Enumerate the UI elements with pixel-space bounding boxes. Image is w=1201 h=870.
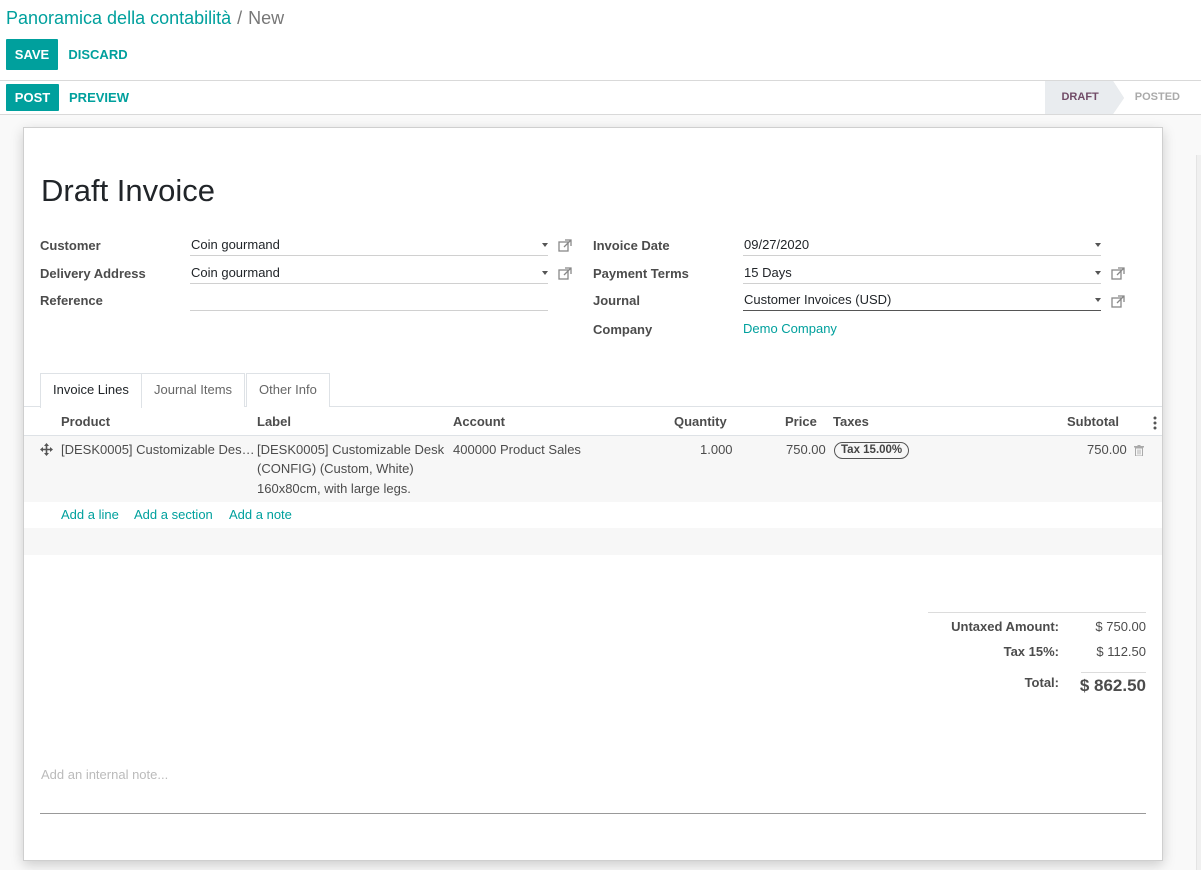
untaxed-amount-label: Untaxed Amount:	[951, 619, 1059, 634]
column-quantity[interactable]: Quantity	[674, 414, 727, 429]
row-label-line-3[interactable]: 160x80cm, with large legs.	[257, 479, 411, 498]
table-row[interactable]: [DESK0005] Customizable Des… [DESK0005] …	[24, 436, 1162, 502]
reference-label: Reference	[40, 293, 103, 308]
row-price[interactable]: 750.00	[786, 440, 826, 459]
breadcrumb-parent-link[interactable]: Panoramica della contabilità	[6, 8, 231, 28]
totals-divider	[928, 612, 1146, 613]
row-label-line-2[interactable]: (CONFIG) (Custom, White)	[257, 459, 414, 478]
breadcrumb-separator: /	[237, 8, 243, 28]
drag-handle-icon[interactable]	[40, 443, 53, 456]
post-button[interactable]: POST	[6, 84, 59, 111]
internal-note-input[interactable]: Add an internal note...	[41, 767, 168, 782]
journal-value: Customer Invoices (USD)	[744, 292, 892, 307]
external-link-icon[interactable]	[558, 239, 572, 253]
status-draft[interactable]: DRAFT	[1045, 81, 1125, 114]
payment-terms-label: Payment Terms	[593, 266, 689, 281]
row-label-line-1[interactable]: [DESK0005] Customizable Desk	[257, 440, 444, 459]
invoice-date-field[interactable]: 09/27/2020	[743, 236, 1101, 256]
notebook-tabs: Invoice Lines Journal Items Other Info	[24, 373, 1162, 408]
payment-terms-value: 15 Days	[744, 265, 792, 280]
discard-button[interactable]: DISCARD	[67, 39, 129, 70]
breadcrumb-current: New	[248, 8, 285, 28]
invoice-date-value: 09/27/2020	[744, 237, 810, 252]
customer-value: Coin gourmand	[191, 237, 280, 252]
journal-field[interactable]: Customer Invoices (USD)	[743, 291, 1101, 311]
save-button[interactable]: SAVE	[6, 39, 58, 70]
tab-journal-items[interactable]: Journal Items	[141, 373, 246, 407]
row-subtotal: 750.00	[1087, 442, 1127, 457]
preview-button[interactable]: PREVIEW	[68, 84, 130, 111]
invoice-sheet: Draft Invoice Customer Coin gourmand Del…	[23, 127, 1163, 861]
external-link-icon[interactable]	[1111, 295, 1125, 309]
caret-down-icon[interactable]	[1095, 271, 1101, 275]
delivery-address-label: Delivery Address	[40, 266, 146, 281]
breadcrumb: Panoramica della contabilità / New	[6, 6, 284, 30]
delivery-address-value: Coin gourmand	[191, 265, 280, 280]
caret-down-icon[interactable]	[1095, 298, 1101, 302]
invoice-date-label: Invoice Date	[593, 238, 670, 253]
external-link-icon[interactable]	[558, 267, 572, 281]
internal-note-underline	[40, 813, 1146, 814]
reference-input[interactable]	[190, 291, 548, 311]
add-line-link[interactable]: Add a line	[61, 507, 119, 522]
delivery-address-field[interactable]: Coin gourmand	[190, 264, 548, 284]
add-section-link[interactable]: Add a section	[134, 507, 213, 522]
grand-total-divider	[1081, 672, 1146, 673]
customer-field[interactable]: Coin gourmand	[190, 236, 548, 256]
company-link[interactable]: Demo Company	[743, 321, 837, 336]
customer-label: Customer	[40, 238, 101, 253]
external-link-icon[interactable]	[1111, 267, 1125, 281]
tax-badge[interactable]: Tax 15.00%	[834, 442, 910, 459]
control-panel: Panoramica della contabilità / New SAVE DI…	[0, 0, 1201, 81]
journal-label: Journal	[593, 293, 640, 308]
caret-down-icon[interactable]	[1095, 243, 1101, 247]
side-panel-edge	[1196, 155, 1201, 870]
status-posted[interactable]: POSTED	[1112, 81, 1194, 114]
column-product[interactable]: Product	[61, 414, 110, 429]
untaxed-amount-value: $ 750.00	[1095, 619, 1146, 634]
tax-label: Tax 15%:	[1003, 644, 1059, 659]
empty-row	[24, 528, 1162, 555]
row-quantity[interactable]: 1.000	[700, 440, 733, 459]
caret-down-icon[interactable]	[542, 243, 548, 247]
add-note-link[interactable]: Add a note	[229, 507, 292, 522]
trash-icon[interactable]	[1134, 445, 1144, 456]
tab-other-info[interactable]: Other Info	[246, 373, 330, 407]
total-value: $ 862.50	[1079, 676, 1146, 695]
kebab-menu-icon[interactable]	[1152, 416, 1158, 430]
company-label: Company	[593, 322, 653, 337]
tax-value: $ 112.50	[1096, 644, 1146, 659]
column-subtotal[interactable]: Subtotal	[1067, 414, 1119, 429]
page-title: Draft Invoice	[41, 173, 216, 208]
column-account[interactable]: Account	[453, 414, 505, 429]
payment-terms-field[interactable]: 15 Days	[743, 264, 1101, 284]
caret-down-icon[interactable]	[542, 271, 548, 275]
row-product[interactable]: [DESK0005] Customizable Des…	[61, 440, 255, 459]
status-steps: DRAFT POSTED	[1045, 81, 1194, 114]
column-taxes[interactable]: Taxes	[833, 414, 869, 429]
column-price[interactable]: Price	[785, 414, 817, 429]
column-label[interactable]: Label	[257, 414, 291, 429]
total-label: Total:	[1024, 675, 1059, 690]
table-header: Product Label Account Quantity Price Tax…	[24, 408, 1162, 436]
row-account[interactable]: 400000 Product Sales	[453, 440, 581, 459]
tab-invoice-lines[interactable]: Invoice Lines	[40, 373, 142, 408]
statusbar: POST PREVIEW DRAFT POSTED	[0, 81, 1201, 115]
